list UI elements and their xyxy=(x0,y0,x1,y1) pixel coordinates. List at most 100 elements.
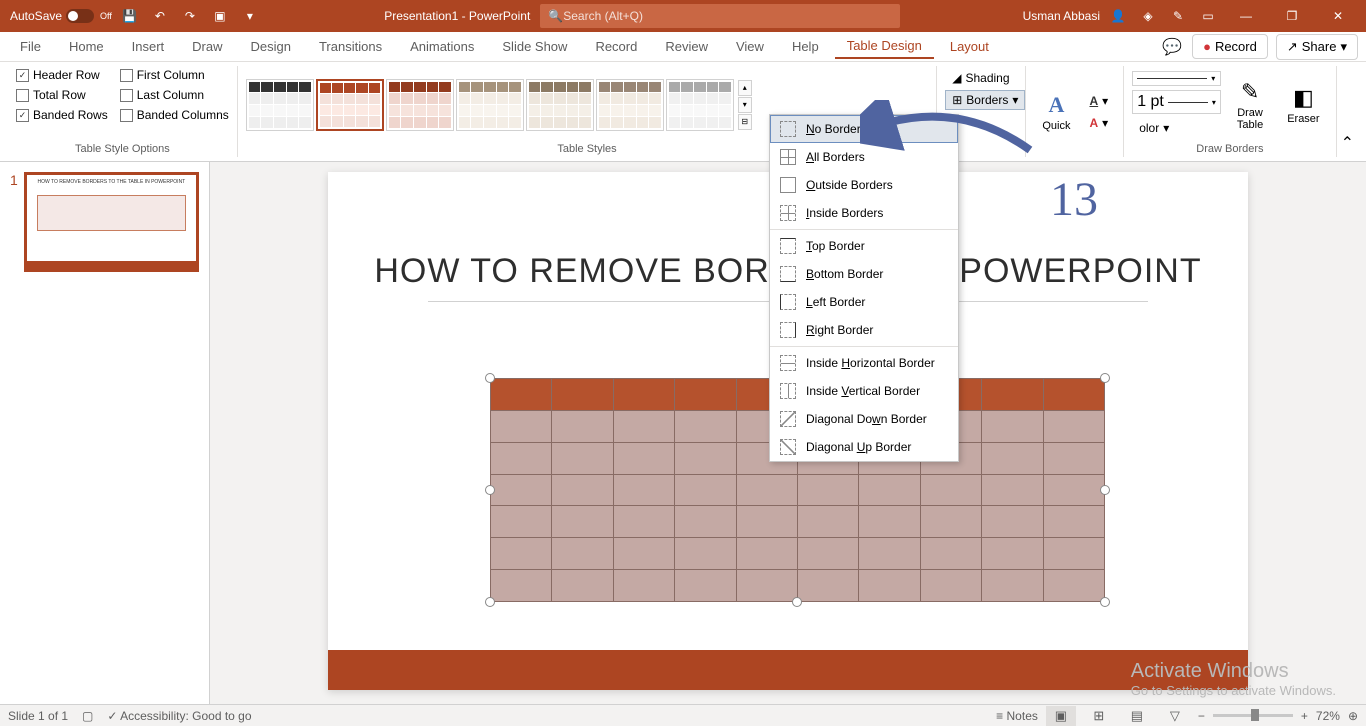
cb-banded-rows[interactable]: Banded Rows xyxy=(16,108,108,122)
present-button[interactable]: ▣ xyxy=(208,4,232,28)
pen-color-button[interactable]: olor ▾ xyxy=(1132,118,1221,138)
checkbox-icon xyxy=(120,109,133,122)
style-thumb-5[interactable] xyxy=(526,79,594,131)
slide-sorter-button[interactable]: ⊞ xyxy=(1084,706,1114,726)
selection-handle[interactable] xyxy=(485,485,495,495)
selection-handle[interactable] xyxy=(1100,597,1110,607)
share-button[interactable]: ↗ Share ▾ xyxy=(1276,34,1358,60)
borders-button[interactable]: ⊞ Borders ▾ xyxy=(945,90,1025,110)
dd-outside-borders[interactable]: Outside Borders xyxy=(770,171,958,199)
normal-view-button[interactable]: ▣ xyxy=(1046,706,1076,726)
style-thumb-4[interactable] xyxy=(456,79,524,131)
search-input[interactable] xyxy=(563,9,892,23)
save-button[interactable]: 💾 xyxy=(118,4,142,28)
dd-all-borders[interactable]: All Borders xyxy=(770,143,958,171)
reading-view-button[interactable]: ▤ xyxy=(1122,706,1152,726)
notes-button[interactable]: ≡ Notes xyxy=(996,709,1038,723)
search-icon: 🔍 xyxy=(548,9,563,23)
tab-design[interactable]: Design xyxy=(239,35,303,58)
minimize-button[interactable]: — xyxy=(1226,0,1266,32)
search-box[interactable]: 🔍 xyxy=(540,4,900,28)
no-border-icon xyxy=(780,121,796,137)
dd-inside-vertical[interactable]: Inside Vertical Border xyxy=(770,377,958,405)
style-thumb-7[interactable] xyxy=(666,79,734,131)
ribbon-mode-button[interactable]: ▭ xyxy=(1196,4,1220,28)
dd-diagonal-up[interactable]: Diagonal Up Border xyxy=(770,433,958,461)
dd-top-border[interactable]: Top Border xyxy=(770,232,958,260)
cb-first-column[interactable]: First Column xyxy=(120,68,229,82)
undo-button[interactable]: ↶ xyxy=(148,4,172,28)
dd-bottom-border[interactable]: Bottom Border xyxy=(770,260,958,288)
cb-header-row[interactable]: Header Row xyxy=(16,68,108,82)
magic-icon[interactable]: ✎ xyxy=(1166,4,1190,28)
selection-handle[interactable] xyxy=(792,597,802,607)
cb-banded-columns[interactable]: Banded Columns xyxy=(120,108,229,122)
diamond-icon[interactable]: ◈ xyxy=(1136,4,1160,28)
pen-style-selector[interactable]: ▾ xyxy=(1132,71,1221,86)
collapse-ribbon-button[interactable]: ⌃ xyxy=(1337,129,1358,157)
selection-handle[interactable] xyxy=(485,597,495,607)
text-fill-button[interactable]: A▾ xyxy=(1082,91,1115,111)
dd-left-border[interactable]: Left Border xyxy=(770,288,958,316)
qat-more[interactable]: ▾ xyxy=(238,4,262,28)
maximize-button[interactable]: ❐ xyxy=(1272,0,1312,32)
style-thumb-3[interactable] xyxy=(386,79,454,131)
zoom-slider[interactable] xyxy=(1213,714,1293,717)
user-avatar[interactable]: 👤 xyxy=(1106,4,1130,28)
eraser-button[interactable]: ◧ Eraser xyxy=(1279,81,1327,129)
redo-button[interactable]: ↷ xyxy=(178,4,202,28)
share-icon: ↗ xyxy=(1287,39,1298,55)
dd-no-border[interactable]: No Border xyxy=(770,115,958,143)
cb-last-column[interactable]: Last Column xyxy=(120,88,229,102)
shading-button[interactable]: ◢ Shading xyxy=(945,68,1025,88)
scroll-up[interactable]: ▴ xyxy=(738,80,752,96)
dd-inside-horizontal[interactable]: Inside Horizontal Border xyxy=(770,349,958,377)
quick-styles-button[interactable]: A Quick xyxy=(1034,88,1078,136)
close-button[interactable]: ✕ xyxy=(1318,0,1358,32)
style-thumb-6[interactable] xyxy=(596,79,664,131)
tab-transitions[interactable]: Transitions xyxy=(307,35,394,58)
tab-record[interactable]: Record xyxy=(583,35,649,58)
record-button[interactable]: ● Record xyxy=(1192,34,1268,59)
comments-button[interactable]: 💬 xyxy=(1160,35,1184,59)
zoom-level[interactable]: 72% xyxy=(1316,709,1340,723)
tab-table-design[interactable]: Table Design xyxy=(835,34,934,59)
selection-handle[interactable] xyxy=(1100,485,1110,495)
selection-handle[interactable] xyxy=(1100,373,1110,383)
cb-total-row[interactable]: Total Row xyxy=(16,88,108,102)
tab-home[interactable]: Home xyxy=(57,35,116,58)
zoom-in-button[interactable]: + xyxy=(1301,709,1308,723)
status-lang-icon[interactable]: ▢ xyxy=(82,709,93,723)
tab-layout[interactable]: Layout xyxy=(938,35,1001,58)
status-accessibility[interactable]: ✓ Accessibility: Good to go xyxy=(107,709,251,723)
tab-review[interactable]: Review xyxy=(653,35,720,58)
tab-slideshow[interactable]: Slide Show xyxy=(490,35,579,58)
selection-handle[interactable] xyxy=(485,373,495,383)
autosave-toggle[interactable]: AutoSave Off xyxy=(10,9,112,23)
scroll-more[interactable]: ⊟ xyxy=(738,114,752,130)
slide-thumbnail[interactable]: HOW TO REMOVE BORDERS TO THE TABLE IN PO… xyxy=(24,172,199,272)
pen-weight-selector[interactable]: 1 pt ▾ xyxy=(1132,90,1221,114)
eraser-icon: ◧ xyxy=(1293,85,1314,111)
tab-view[interactable]: View xyxy=(724,35,776,58)
tab-file[interactable]: File xyxy=(8,35,53,58)
draw-table-button[interactable]: ✎ Draw Table xyxy=(1229,75,1271,135)
diagonal-down-icon xyxy=(780,411,796,427)
tab-help[interactable]: Help xyxy=(780,35,831,58)
slideshow-view-button[interactable]: ▽ xyxy=(1160,706,1190,726)
slide-panel[interactable]: 1 HOW TO REMOVE BORDERS TO THE TABLE IN … xyxy=(0,162,210,704)
tab-insert[interactable]: Insert xyxy=(120,35,177,58)
scroll-down[interactable]: ▾ xyxy=(738,97,752,113)
tab-draw[interactable]: Draw xyxy=(180,35,234,58)
dd-diagonal-down[interactable]: Diagonal Down Border xyxy=(770,405,958,433)
style-thumb-2[interactable] xyxy=(316,79,384,131)
status-slide-info[interactable]: Slide 1 of 1 xyxy=(8,709,68,723)
zoom-out-button[interactable]: − xyxy=(1198,709,1205,723)
dd-inside-borders[interactable]: Inside Borders xyxy=(770,199,958,227)
tab-animations[interactable]: Animations xyxy=(398,35,486,58)
style-thumb-1[interactable] xyxy=(246,79,314,131)
fit-window-button[interactable]: ⊕ xyxy=(1348,709,1358,723)
user-name[interactable]: Usman Abbasi xyxy=(1023,9,1100,23)
text-outline-button[interactable]: A▾ xyxy=(1082,113,1115,133)
dd-right-border[interactable]: Right Border xyxy=(770,316,958,344)
